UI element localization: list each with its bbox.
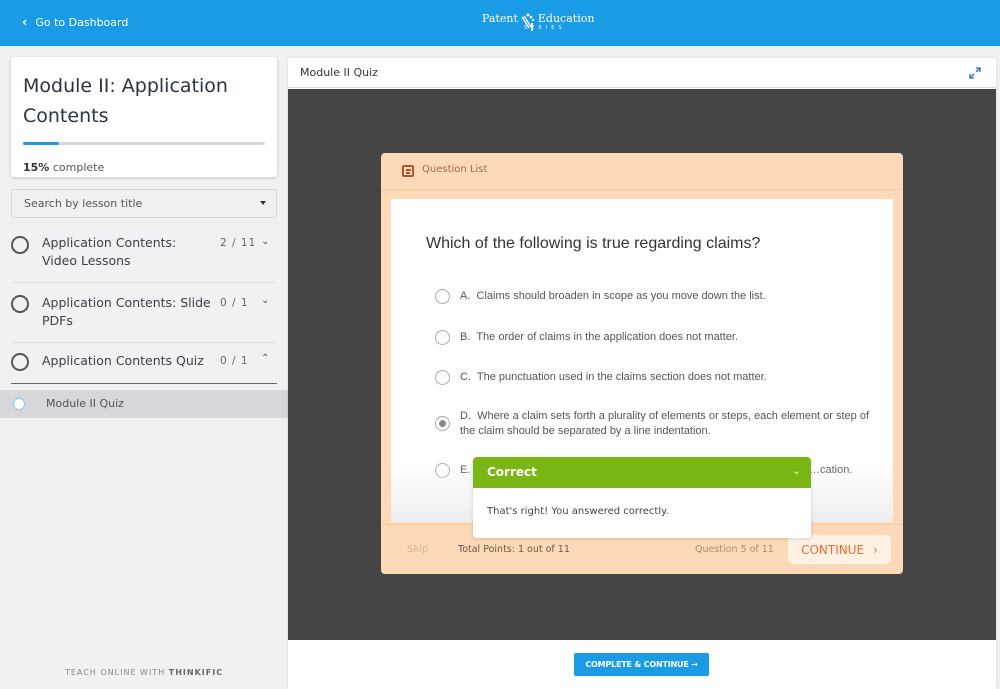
answer-text: C. The punctuation used in the claims se… xyxy=(460,371,767,383)
chapter-count: 0 / 1 xyxy=(220,355,249,367)
chapter-slide-pdfs[interactable]: Application Contents: Slide PDFs 0 / 1 ⌄ xyxy=(11,283,277,343)
chapter-title: Application Contents: Slide PDFs xyxy=(42,295,211,328)
progress-text: 15% complete xyxy=(23,161,104,174)
module-card: Module II: Application Contents 15% comp… xyxy=(11,57,277,177)
chapter-status-circle-icon xyxy=(11,353,29,371)
complete-and-continue-button[interactable]: COMPLETE & CONTINUE → xyxy=(574,653,709,676)
progress-fill xyxy=(23,142,60,145)
module-title: Module II: Application Contents xyxy=(23,75,228,127)
lesson-content: Module II Quiz Question List Which of th… xyxy=(288,58,996,689)
radio-button[interactable] xyxy=(435,289,450,304)
answer-text: B. The order of claims in the applicatio… xyxy=(460,331,739,343)
feedback-message: That's right! You answered correctly. xyxy=(487,506,669,517)
chevron-down-icon: ⌄ xyxy=(261,236,270,247)
feedback-toast: Correct ⌄ That's right! You answered cor… xyxy=(473,457,811,538)
answer-option-b[interactable]: B. The order of claims in the applicatio… xyxy=(435,330,865,346)
progress-suffix: complete xyxy=(52,161,105,174)
question-list-icon xyxy=(402,165,414,177)
continue-button[interactable]: CONTINUE › xyxy=(788,535,891,564)
feedback-header[interactable]: Correct ⌄ xyxy=(473,457,811,488)
question-text: Which of the following is true regarding… xyxy=(426,235,761,252)
lesson-title: Module II Quiz xyxy=(300,66,378,79)
radio-button[interactable] xyxy=(435,463,450,478)
chapter-video-lessons[interactable]: Application Contents: Video Lessons 2 / … xyxy=(11,229,277,283)
expand-icon[interactable] xyxy=(968,66,982,80)
bottom-bar: COMPLETE & CONTINUE → xyxy=(288,640,996,689)
chevron-left-icon: ‹ xyxy=(22,14,28,31)
chevron-down-icon: ⌄ xyxy=(791,464,801,477)
quiz-viewer: Question List Which of the following is … xyxy=(288,89,996,640)
thinkific-footer[interactable]: TEACH ONLINE WITH THINKIFIC xyxy=(0,668,288,677)
lesson-status-icon xyxy=(13,398,25,410)
answer-option-a[interactable]: A. Claims should broaden in scope as you… xyxy=(435,289,865,305)
lesson-header: Module II Quiz xyxy=(288,58,996,88)
continue-label: CONTINUE xyxy=(801,542,865,557)
answer-text: D. Where a claim sets forth a plurality … xyxy=(460,410,870,437)
chevron-right-icon: › xyxy=(873,542,878,557)
answer-option-d[interactable]: D. Where a claim sets forth a plurality … xyxy=(435,409,869,441)
go-to-dashboard-link[interactable]: ‹ Go to Dashboard xyxy=(22,14,129,31)
total-points: Total Points: 1 out of 11 xyxy=(458,544,570,555)
logo-subtitle: SERIES xyxy=(524,25,566,31)
chapter-title: Application Contents Quiz xyxy=(42,353,204,368)
question-list-label: Question List xyxy=(422,164,488,175)
chapter-quiz[interactable]: Application Contents Quiz 0 / 1 ⌃ xyxy=(11,343,277,384)
chevron-up-icon: ⌃ xyxy=(261,353,270,364)
feedback-title: Correct xyxy=(487,465,537,479)
footer-brand: THINKIFIC xyxy=(168,668,224,677)
chapter-count: 0 / 1 xyxy=(220,297,249,309)
question-list-toggle[interactable]: Question List xyxy=(381,153,903,190)
course-sidebar: Module II: Application Contents 15% comp… xyxy=(0,46,288,689)
chapter-status-circle-icon xyxy=(11,236,29,254)
footer-prefix: TEACH ONLINE WITH xyxy=(64,668,169,677)
question-number: Question 5 of 11 xyxy=(695,544,774,555)
search-placeholder: Search by lesson title xyxy=(24,197,143,210)
progress-bar xyxy=(23,142,265,145)
lesson-title: Module II Quiz xyxy=(46,397,124,410)
skip-button[interactable]: Skip xyxy=(407,544,428,555)
top-bar: ‹ Go to Dashboard Patent Education SERIE… xyxy=(0,0,1000,46)
caret-down-icon xyxy=(260,201,266,205)
chapter-status-circle-icon xyxy=(11,295,29,313)
answer-text: A. Claims should broaden in scope as you… xyxy=(460,290,766,302)
chevron-down-icon: ⌄ xyxy=(261,295,270,306)
back-label: Go to Dashboard xyxy=(35,16,129,29)
radio-button-selected[interactable] xyxy=(435,416,450,431)
chapter-count: 2 / 11 xyxy=(220,237,257,249)
radio-button[interactable] xyxy=(435,330,450,345)
progress-value: 15% xyxy=(23,161,50,174)
logo-word-education: Education xyxy=(537,12,595,25)
logo: Patent Education SERIES xyxy=(482,12,594,32)
lesson-search-dropdown[interactable]: Search by lesson title xyxy=(11,189,277,218)
answer-option-c[interactable]: C. The punctuation used in the claims se… xyxy=(435,370,865,386)
chapter-title: Application Contents: Video Lessons xyxy=(42,235,177,268)
lesson-item-module-ii-quiz[interactable]: Module II Quiz xyxy=(0,390,288,418)
radio-button[interactable] xyxy=(435,370,450,385)
logo-word-patent: Patent xyxy=(482,12,518,25)
